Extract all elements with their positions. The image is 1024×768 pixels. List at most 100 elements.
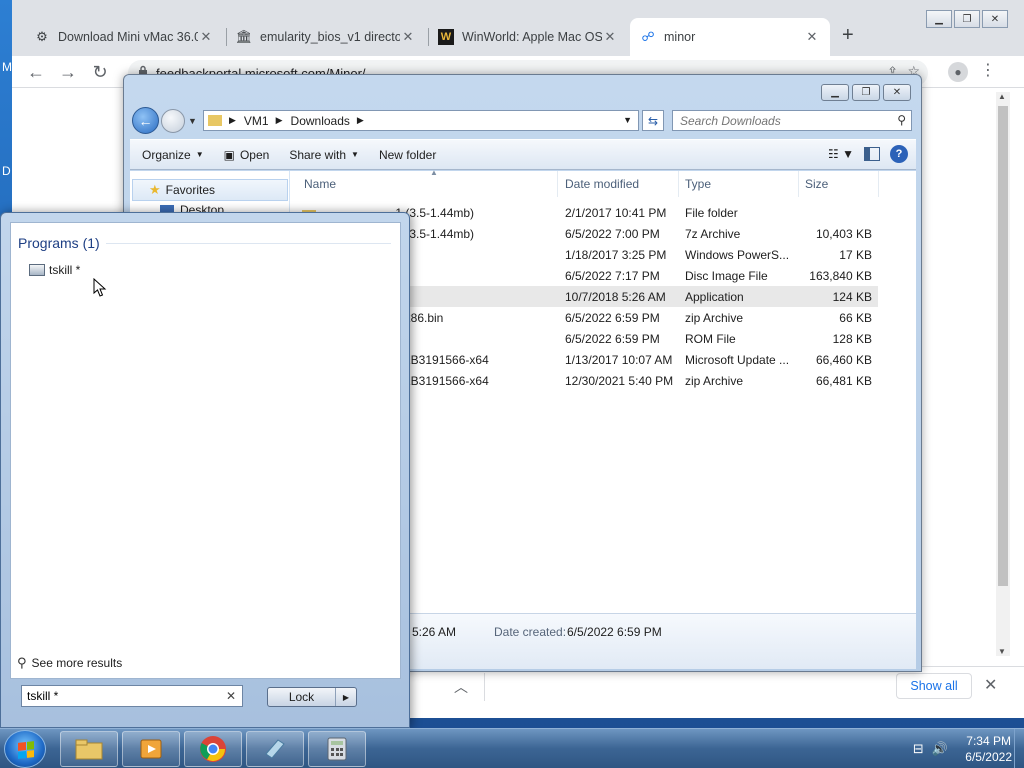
view-options-icon[interactable]: ☷ ▼	[828, 147, 854, 161]
back-arrow-icon[interactable]: ←	[132, 107, 159, 134]
breadcrumb-arrow-icon[interactable]: ▶	[357, 115, 364, 126]
reload-icon[interactable]: ↻	[88, 60, 112, 84]
column-date-modified[interactable]: Date modified	[559, 171, 679, 197]
lock-button[interactable]: Lock ▶	[267, 687, 357, 707]
help-icon[interactable]: ?	[890, 145, 908, 163]
detail-modified: 5:26 AM	[412, 625, 457, 639]
nav-favorites[interactable]: ★ Favorites	[132, 179, 288, 201]
taskbar-media-player[interactable]	[122, 731, 180, 767]
new-folder-button[interactable]: New folder	[379, 148, 436, 162]
file-size: 66 KB	[839, 311, 872, 325]
chevron-down-icon: ▼	[195, 150, 204, 159]
desktop-icon-label[interactable]: D	[2, 164, 11, 178]
tab-winworld[interactable]: W WinWorld: Apple Mac OS ✕	[428, 18, 628, 56]
volume-icon[interactable]: 🔊	[932, 741, 948, 757]
programs-heading[interactable]: Programs (1)	[18, 235, 100, 251]
archive-org-icon: 🏛	[235, 29, 253, 44]
taskbar-explorer[interactable]	[60, 731, 118, 767]
column-type[interactable]: Type	[679, 171, 799, 197]
detail-created-label: Date created:	[494, 625, 567, 639]
preview-pane-icon[interactable]	[864, 147, 880, 161]
scroll-thumb[interactable]	[998, 106, 1008, 586]
file-size: 66,481 KB	[815, 374, 872, 388]
network-icon[interactable]: ⊟	[913, 741, 924, 757]
clock[interactable]: 7:34 PM 6/5/2022	[965, 733, 1012, 765]
refresh-icon[interactable]: ⇆	[642, 110, 664, 131]
address-dropdown-icon[interactable]: ▼	[623, 115, 632, 125]
desktop-icon-label[interactable]: M	[2, 60, 12, 74]
divider	[106, 243, 391, 244]
close-icon[interactable]: ✕	[984, 675, 997, 695]
share-with-button[interactable]: Share with ▼	[289, 148, 359, 162]
see-more-results-link[interactable]: ⚲ See more results	[17, 655, 122, 671]
show-all-button[interactable]: Show all	[896, 673, 972, 699]
organize-button[interactable]: Organize ▼	[142, 148, 204, 162]
start-search-input[interactable]	[22, 686, 212, 706]
file-type: Microsoft Update ...	[685, 353, 790, 367]
page-scrollbar[interactable]: ▲ ▼	[996, 92, 1010, 656]
taskbar-notepad[interactable]	[246, 731, 304, 767]
minimize-button[interactable]: ▁	[821, 84, 849, 101]
breadcrumb-arrow-icon[interactable]: ▶	[276, 115, 283, 126]
column-label: Size	[805, 177, 829, 191]
start-button[interactable]	[4, 730, 46, 768]
breadcrumb-vm1[interactable]: VM1	[244, 114, 269, 128]
file-size: 163,840 KB	[809, 269, 872, 283]
power-options-arrow-icon[interactable]: ▶	[336, 688, 356, 706]
open-label: Open	[239, 147, 270, 162]
new-folder-label: New folder	[378, 147, 437, 162]
maximize-button[interactable]: ❐	[852, 84, 880, 101]
organize-label: Organize	[142, 147, 191, 162]
column-name[interactable]: Name ▲	[298, 168, 558, 197]
tab-mini-vmac[interactable]: ⚙ Download Mini vMac 36.0 ✕	[24, 18, 224, 56]
search-icon: ⚲	[17, 655, 27, 670]
start-search-box[interactable]: ✕	[21, 685, 243, 707]
chevron-up-icon[interactable]: ︿	[454, 677, 468, 697]
forward-arrow-icon[interactable]	[161, 108, 185, 133]
program-window-icon	[29, 264, 45, 276]
column-size[interactable]: Size	[799, 171, 879, 197]
file-type: ROM File	[685, 332, 736, 346]
back-arrow-icon[interactable]: ←	[24, 60, 48, 84]
view-controls: ☷ ▼ ?	[828, 145, 908, 163]
maximize-button[interactable]: ❐	[954, 10, 980, 28]
profile-avatar-icon[interactable]: ●	[948, 62, 968, 82]
breadcrumb-downloads[interactable]: Downloads	[291, 114, 350, 128]
search-input[interactable]	[673, 111, 883, 130]
tab-minor[interactable]: ☍ minor ✕	[630, 18, 830, 56]
search-box[interactable]: ⚲	[672, 110, 912, 131]
taskbar: ⊟ 🔊 7:34 PM 6/5/2022	[0, 728, 1024, 768]
breadcrumb-arrow-icon[interactable]: ▶	[229, 115, 236, 126]
tab-emularity[interactable]: 🏛 emularity_bios_v1 directo ✕	[226, 18, 426, 56]
close-button[interactable]: ✕	[883, 84, 911, 101]
close-tab-icon[interactable]: ✕	[804, 29, 820, 45]
explorer-folder-icon	[75, 739, 103, 760]
recent-pages-dropdown-icon[interactable]: ▼	[188, 116, 197, 126]
forward-arrow-icon[interactable]: →	[56, 60, 80, 84]
lock-label[interactable]: Lock	[268, 688, 336, 706]
window-controls: ▁ ❐ ✕	[926, 10, 1008, 28]
search-icon: ⚲	[897, 113, 906, 127]
share-with-label: Share with	[289, 147, 347, 162]
menu-kebab-icon[interactable]: ⋮	[980, 60, 996, 80]
close-tab-icon[interactable]: ✕	[602, 29, 618, 45]
scroll-up-arrow-icon[interactable]: ▲	[998, 92, 1006, 101]
close-tab-icon[interactable]: ✕	[198, 29, 214, 45]
close-tab-icon[interactable]: ✕	[400, 29, 416, 45]
file-date: 6/5/2022 7:00 PM	[565, 227, 660, 241]
chrome-icon	[200, 736, 226, 762]
taskbar-calculator[interactable]	[308, 731, 366, 767]
new-tab-icon[interactable]: +	[842, 24, 854, 47]
close-button[interactable]: ✕	[982, 10, 1008, 28]
program-result-tskill[interactable]: tskill *	[29, 263, 80, 277]
minimize-button[interactable]: ▁	[926, 10, 952, 28]
open-button[interactable]: ▣ Open	[224, 148, 270, 162]
show-desktop-button[interactable]	[1014, 729, 1024, 768]
taskbar-chrome[interactable]	[184, 731, 242, 767]
scroll-down-arrow-icon[interactable]: ▼	[998, 647, 1006, 656]
clear-search-icon[interactable]: ✕	[226, 689, 236, 703]
address-bar[interactable]: ▶ VM1 ▶ Downloads ▶ ▼	[203, 110, 639, 131]
clock-time: 7:34 PM	[966, 734, 1011, 748]
mouse-cursor-icon	[93, 278, 107, 297]
file-type: Disc Image File	[685, 269, 768, 283]
